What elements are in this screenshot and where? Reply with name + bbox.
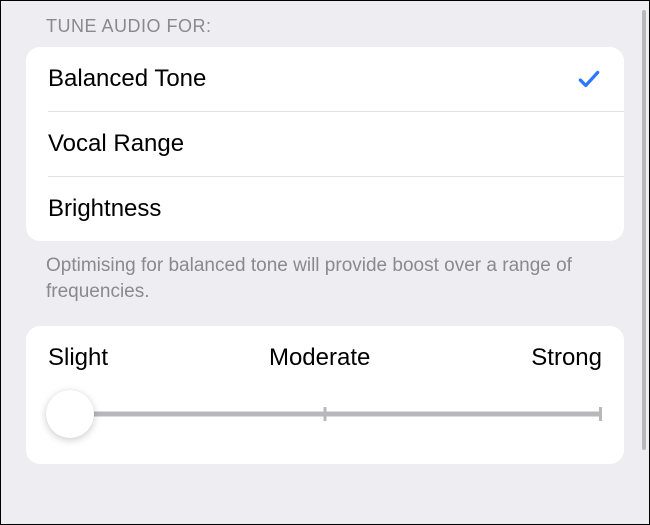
option-label: Vocal Range: [48, 130, 184, 158]
slider-tick-mid: [324, 407, 327, 421]
section-header: TUNE AUDIO FOR:: [20, 12, 630, 47]
intensity-slider-card: Slight Moderate Strong: [26, 326, 624, 464]
slider-label-min: Slight: [48, 344, 108, 372]
slider-label-max: Strong: [531, 344, 602, 372]
option-vocal-range[interactable]: Vocal Range: [26, 112, 624, 176]
intensity-slider[interactable]: [48, 394, 602, 434]
slider-labels: Slight Moderate Strong: [48, 344, 602, 372]
section-footer: Optimising for balanced tone will provid…: [20, 241, 630, 326]
slider-thumb[interactable]: [46, 390, 94, 438]
option-label: Brightness: [48, 195, 161, 223]
option-label: Balanced Tone: [48, 65, 206, 93]
tune-audio-options-card: Balanced Tone Vocal Range Brightness: [26, 47, 624, 241]
scroll-indicator[interactable]: [642, 10, 646, 450]
checkmark-icon: [576, 66, 602, 92]
slider-tick-end: [599, 407, 602, 421]
slider-label-mid: Moderate: [269, 344, 370, 372]
option-brightness[interactable]: Brightness: [26, 177, 624, 241]
option-balanced-tone[interactable]: Balanced Tone: [26, 47, 624, 111]
